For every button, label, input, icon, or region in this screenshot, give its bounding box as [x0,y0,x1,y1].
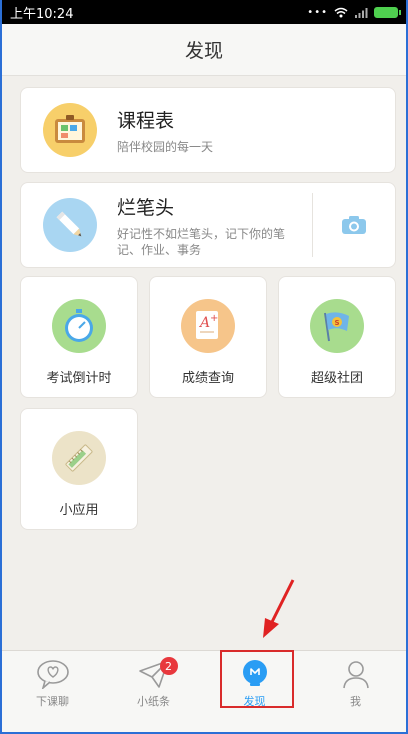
pencil-notes-subtitle-line1: 好记性不如烂笔头，记下你的笔 [117,226,286,241]
schedule-title: 课程表 [117,109,175,132]
tab-me[interactable]: 我 [305,651,406,732]
discover-tab-highlight [220,650,294,708]
phone-screen: 上午10:24 ••• 发现 课程表 陪伴校园的每一天 烂笔头 好记性不如烂笔头… [0,0,408,734]
status-bar: 上午10:24 ••• [2,0,406,24]
pencil-notes-title: 烂笔头 [117,196,175,219]
svg-text:S: S [335,319,340,327]
annotation-arrow [263,579,295,638]
tab-notes[interactable]: 2 小纸条 [103,651,204,732]
schedule-board-icon [43,103,97,157]
svg-text:+: + [210,313,218,324]
pencil-notes-subtitle-line2: 记、作业、事务 [117,242,202,257]
svg-text:A: A [198,315,210,331]
flag-icon: S [310,299,364,353]
pencil-icon [43,198,97,252]
exam-countdown-label: 考试倒计时 [46,371,112,386]
grade-query-tile[interactable]: A + 成绩查询 [149,276,267,398]
bottom-tab-bar: 下课聊 2 小纸条 发现 我 [2,650,406,732]
chat-heart-icon [36,660,69,689]
tab-me-label: 我 [350,695,361,708]
grade-query-label: 成绩查询 [181,371,234,386]
tab-chat[interactable]: 下课聊 [2,651,103,732]
stopwatch-icon [52,299,106,353]
tab-notes-label: 小纸条 [137,695,170,708]
camera-button[interactable] [313,183,395,267]
super-club-tile[interactable]: S 超级社团 [278,276,396,398]
unread-badge: 2 [159,657,178,675]
battery-icon [374,6,401,18]
tab-chat-label: 下课聊 [36,695,69,708]
more-dots: ••• [307,6,328,18]
super-club-label: 超级社团 [310,371,363,386]
status-time: 上午10:24 [10,6,74,22]
wifi-icon [334,7,348,17]
system-indicators: ••• [307,6,401,18]
pencil-notes-card[interactable]: 烂笔头 好记性不如烂笔头，记下你的笔 记、作业、事务 [20,182,396,268]
schedule-card[interactable]: 课程表 陪伴校园的每一天 [20,87,396,173]
person-icon [342,661,369,689]
schedule-subtitle: 陪伴校园的每一天 [117,139,214,154]
ruler-icon [52,431,106,485]
signal-icon [355,7,368,18]
page-title: 发现 [2,24,406,76]
mini-apps-label: 小应用 [59,503,99,518]
exam-countdown-tile[interactable]: 考试倒计时 [20,276,138,398]
grade-paper-icon: A + [181,299,235,353]
mini-apps-tile[interactable]: 小应用 [20,408,138,530]
camera-icon [342,216,366,234]
